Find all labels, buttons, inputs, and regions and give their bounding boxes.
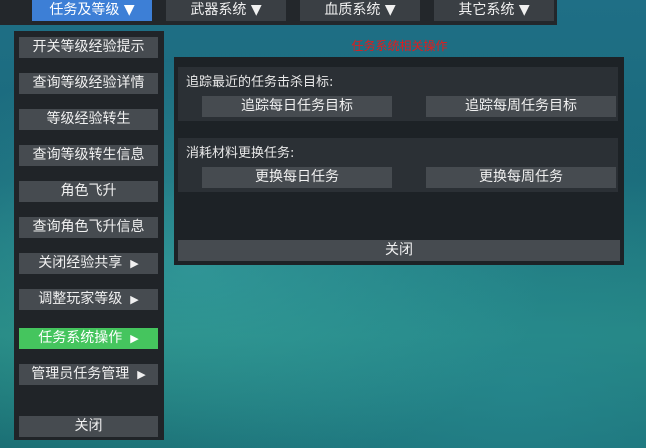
menu-admin-quest-manage[interactable]: 管理员任务管理 ▶ [19, 364, 158, 385]
menu-item-label: 查询等级转生信息 [32, 147, 145, 163]
arrow-right-icon: ▶ [130, 257, 139, 270]
menu-query-rebirth-info[interactable]: 查询等级转生信息 [19, 145, 158, 166]
menu-item-label: 调整玩家等级 [38, 291, 123, 307]
menu-item-label: 查询角色飞升信息 [32, 219, 145, 235]
menu-item-label: 查询等级经验详情 [32, 75, 145, 91]
replace-quest-label: 消耗材料更换任务: [186, 146, 295, 161]
menu-item-label: 等级经验转生 [46, 111, 131, 127]
arrow-right-icon: ▶ [130, 332, 139, 345]
replace-weekly-quest-button[interactable]: 更换每周任务 [426, 167, 616, 188]
track-target-section: 追踪最近的任务击杀目标: 追踪每日任务目标 追踪每周任务目标 [178, 67, 618, 121]
left-menu: 开关等级经验提示 查询等级经验详情 等级经验转生 查询等级转生信息 角色飞升 查… [14, 31, 164, 440]
menu-quest-system-ops[interactable]: 任务系统操作 ▶ [19, 328, 158, 349]
menu-query-exp-detail[interactable]: 查询等级经验详情 [19, 73, 158, 94]
menu-character-ascend[interactable]: 角色飞升 [19, 181, 158, 202]
menu-item-label: 管理员任务管理 [31, 366, 130, 382]
track-target-label: 追踪最近的任务击杀目标: [186, 75, 334, 90]
left-menu-close-button[interactable]: 关闭 [19, 416, 158, 437]
tab-other-system[interactable]: 其它系统 ▼ [434, 0, 554, 21]
panel-title: 任务系统相关操作 [351, 39, 448, 53]
arrow-right-icon: ▶ [130, 293, 139, 306]
replace-daily-quest-button[interactable]: 更换每日任务 [202, 167, 392, 188]
panel-close-button[interactable]: 关闭 [178, 240, 620, 261]
track-daily-target-button[interactable]: 追踪每日任务目标 [202, 96, 392, 117]
track-weekly-target-button[interactable]: 追踪每周任务目标 [426, 96, 616, 117]
tab-quest-level[interactable]: 任务及等级 ▼ [32, 0, 152, 21]
tab-weapon-system[interactable]: 武器系统 ▼ [166, 0, 286, 21]
menu-close-exp-share[interactable]: 关闭经验共享 ▶ [19, 253, 158, 274]
menu-item-label: 角色飞升 [60, 183, 117, 199]
menu-item-label: 任务系统操作 [38, 330, 123, 346]
quest-ops-panel: 追踪最近的任务击杀目标: 追踪每日任务目标 追踪每周任务目标 消耗材料更换任务:… [174, 57, 624, 265]
menu-toggle-exp-tip[interactable]: 开关等级经验提示 [19, 37, 158, 58]
menu-query-ascend-info[interactable]: 查询角色飞升信息 [19, 217, 158, 238]
top-menu-bar: 任务及等级 ▼ 武器系统 ▼ 血质系统 ▼ 其它系统 ▼ [0, 0, 557, 25]
menu-item-label: 关闭经验共享 [38, 255, 123, 271]
menu-item-label: 开关等级经验提示 [32, 39, 145, 55]
arrow-right-icon: ▶ [137, 368, 146, 381]
replace-quest-section: 消耗材料更换任务: 更换每日任务 更换每周任务 [178, 138, 618, 192]
tab-blood-system[interactable]: 血质系统 ▼ [300, 0, 420, 21]
menu-exp-rebirth[interactable]: 等级经验转生 [19, 109, 158, 130]
menu-adjust-player-level[interactable]: 调整玩家等级 ▶ [19, 289, 158, 310]
